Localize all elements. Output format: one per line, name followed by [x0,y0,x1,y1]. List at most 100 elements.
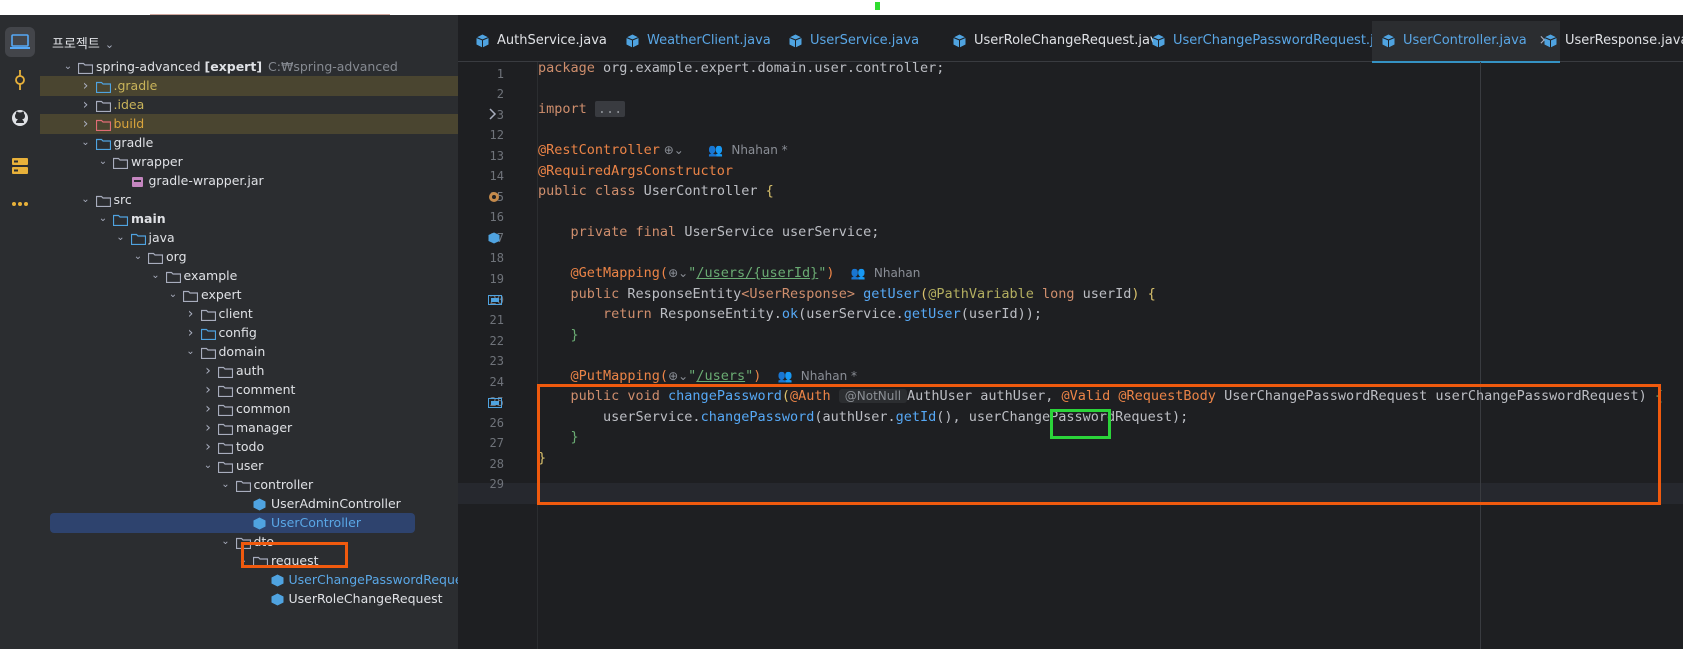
tab-userresponse[interactable]: UserResponse.java [1534,21,1683,61]
chevron-right-icon[interactable]: › [185,304,197,324]
tree-item-label: build [113,116,145,131]
java-class-icon [271,574,285,587]
services-icon[interactable] [5,151,35,181]
tree-item-config[interactable]: › config [40,323,458,343]
chevron-down-icon[interactable]: ⌄ [132,247,144,267]
request-mapping-icon[interactable] [488,294,502,309]
chevron-right-icon[interactable]: › [202,399,214,419]
github-icon[interactable] [5,103,35,133]
tab-userservice[interactable]: UserService.java [779,21,929,61]
url-path[interactable]: /users [696,368,745,384]
annotation: @PathVariable [928,286,1034,302]
chevron-right-icon[interactable]: › [80,95,92,115]
tree-item-usercontroller[interactable]: UserController [50,513,415,533]
chevron-right-icon[interactable]: › [80,76,92,96]
chevron-down-icon[interactable]: ⌄ [167,285,179,305]
injection-icon[interactable] [488,232,500,248]
tree-item-example[interactable]: ⌄ example [40,266,458,286]
chevron-down-icon[interactable]: ⌄ [115,228,127,248]
chevron-down-icon[interactable]: ⌄ [97,209,109,229]
chevron-right-icon[interactable]: › [80,114,92,134]
author-hint[interactable]: Nhahan [874,266,921,280]
tab-weatherclient[interactable]: WeatherClient.java [616,21,781,61]
url-path[interactable]: /users/{userId} [696,265,818,281]
chevron-right-icon[interactable]: › [202,380,214,400]
chevron-right-icon[interactable]: › [202,361,214,381]
project-panel-header[interactable]: 프로젝트 ⌄ [52,33,114,52]
more-icon[interactable] [5,189,35,219]
tree-item-label: auth [236,363,265,378]
status-indicator [875,2,880,10]
tree-item-src[interactable]: ⌄ src [40,190,458,210]
tree-item-label: main [131,211,166,226]
chevron-down-icon[interactable]: ⌄ [220,475,232,495]
method-call: getUser [903,306,961,322]
tree-item-wrapper[interactable]: ⌄ wrapper [40,152,458,172]
tree-item-controller[interactable]: ⌄ controller [40,475,458,495]
chevron-down-icon[interactable]: ⌄ [220,532,232,552]
commit-icon[interactable] [5,65,35,95]
package-icon [165,270,181,284]
tree-item-user[interactable]: ⌄ user [40,456,458,476]
tree-item-userrolechangerequest[interactable]: UserRoleChangeRequest [40,589,458,609]
tree-item-gradle-wrapper-jar[interactable]: gradle-wrapper.jar [40,171,458,191]
chevron-down-icon[interactable]: ⌄ [80,190,92,210]
endpoint-icon[interactable]: ⊕⌄ [660,143,684,157]
project-icon[interactable] [5,27,35,57]
tree-item-expert[interactable]: ⌄ expert [40,285,458,305]
tree-item-useradmincontroller[interactable]: UserAdminController [40,494,458,514]
request-mapping-icon[interactable] [488,397,502,412]
chevron-down-icon[interactable]: ⌄ [150,266,162,286]
chevron-down-icon[interactable]: ⌄ [105,38,114,51]
folded-imports[interactable]: ... [594,101,626,117]
fold-arrow-icon[interactable] [488,108,498,124]
tree-item-main[interactable]: ⌄ main [40,209,458,229]
chevron-down-icon[interactable]: ⌄ [62,57,74,77]
line-number: 21 [489,313,504,327]
string-quote: " [745,368,754,384]
tree-item-comment[interactable]: › comment [40,380,458,400]
tree-item-auth[interactable]: › auth [40,361,458,381]
bean-icon[interactable] [488,191,500,207]
tree-item-client[interactable]: › client [40,304,458,324]
tree-item-java[interactable]: ⌄ java [40,228,458,248]
tree-item-todo[interactable]: › todo [40,437,458,457]
tree-item-label: user [236,458,264,473]
tree-item-gradle[interactable]: ⌄ gradle [40,133,458,153]
tab-authservice[interactable]: AuthService.java [466,21,617,61]
chevron-down-icon[interactable]: ⌄ [202,456,214,476]
java-class-icon [253,498,267,511]
tree-item-label: org [166,249,187,264]
line-number: 24 [489,375,504,389]
chevron-down-icon[interactable]: ⌄ [185,342,197,362]
tree-item-common[interactable]: › common [40,399,458,419]
line-number: 1 [496,67,504,81]
chevron-right-icon[interactable]: › [202,418,214,438]
tree-item-manager[interactable]: › manager [40,418,458,438]
jar-icon [131,175,145,187]
brace: { [1139,286,1156,302]
tree-item-build[interactable]: › build [40,114,458,134]
tree-item-gradle[interactable]: › .gradle [40,76,458,96]
line-number-gutter: 123121314151617181920212223242526272829 [458,62,538,649]
tree-item-domain[interactable]: ⌄ domain [40,342,458,362]
tab-userrolechangerequest[interactable]: UserRoleChangeRequest.java [943,21,1176,61]
chevron-down-icon[interactable]: ⌄ [97,152,109,172]
folder-icon [112,156,129,170]
tree-item-org[interactable]: ⌄ org [40,247,458,267]
tab-userchangepasswordrequest[interactable]: UserChangePasswordRequest.java [1142,21,1407,61]
chevron-right-icon[interactable]: › [202,437,214,457]
chevron-down-icon[interactable]: ⌄ [80,133,92,153]
code-line-24: @PutMapping(⊕⌄"/users") 👥 Nhahan * [538,368,858,384]
author-hint[interactable]: Nhahan * [731,143,787,157]
tab-usercontroller[interactable]: UserController.java × [1372,21,1560,63]
tree-item-spring-advanced[interactable]: ⌄ spring-advanced [expert] C:₩spring-advanc… [40,57,458,77]
author-hint[interactable]: Nhahan * [801,369,857,383]
chevron-right-icon[interactable]: › [185,323,197,343]
endpoint-icon[interactable]: ⊕⌄ [668,266,688,280]
tree-item-userchangepasswordrequest[interactable]: UserChangePasswordRequest [40,570,458,590]
code-line-15: public class UserController { [538,183,774,199]
keyword: long [1033,286,1075,302]
endpoint-icon[interactable]: ⊕⌄ [668,369,688,383]
tree-item-idea[interactable]: › .idea [40,95,458,115]
